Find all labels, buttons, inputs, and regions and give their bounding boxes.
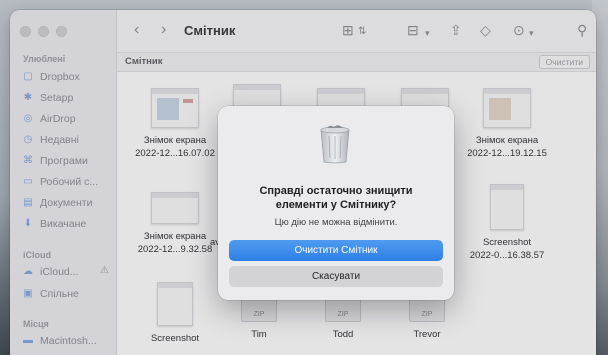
empty-trash-dialog: Справді остаточно знищити елементи у Смі… — [218, 106, 454, 300]
cancel-button[interactable]: Скасувати — [229, 266, 443, 287]
trash-icon — [320, 125, 350, 164]
empty-trash-confirm-button[interactable]: Очистити Смітник — [229, 240, 443, 261]
dialog-message: Цю дію не можна відмінити. — [274, 217, 398, 228]
dialog-title: Справді остаточно знищити елементи у Смі… — [259, 185, 413, 211]
